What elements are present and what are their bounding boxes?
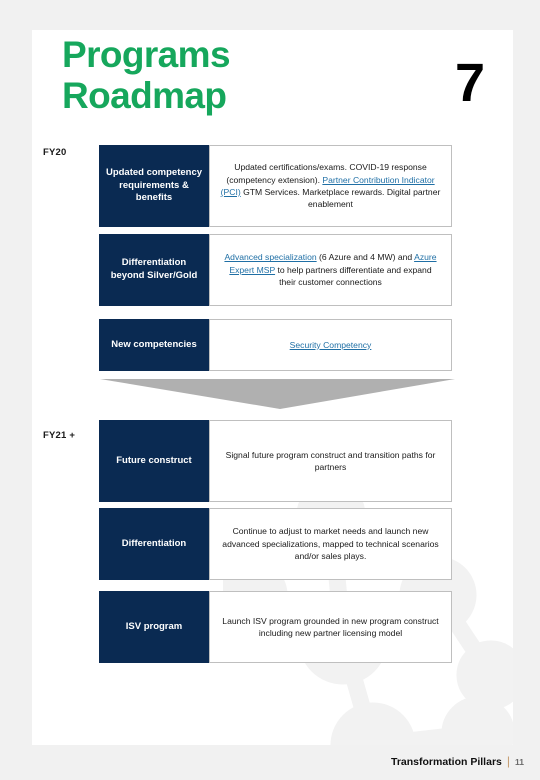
phase-label-fy21: FY21 +: [43, 430, 76, 441]
slide-number: 7: [454, 53, 485, 113]
inline-link[interactable]: Advanced specialization: [224, 252, 316, 262]
inline-text: (6 Azure and 4 MW) and: [316, 252, 415, 263]
inline-text: Signal future program construct and tran…: [225, 449, 436, 472]
footer: Transformation Pillars | 11: [391, 754, 524, 768]
phase-transition-arrow-icon: [100, 379, 455, 409]
inline-text: Continue to adjust to market needs and l…: [222, 526, 439, 562]
phase-label-fy20: FY20: [43, 147, 67, 158]
roadmap-row-description: Advanced specialization (6 Azure and 4 M…: [209, 234, 452, 306]
page-title: Programs Roadmap: [62, 34, 231, 117]
roadmap-row: New competencies Security Competency: [99, 319, 452, 371]
footer-separator: |: [506, 754, 510, 768]
slide-canvas-wrapper: Programs Roadmap 7 FY20 FY21 + Updated c…: [0, 0, 540, 780]
inline-text: to help partners differentiate and expan…: [275, 264, 432, 288]
roadmap-row-tag: Differentiation beyond Silver/Gold: [99, 234, 209, 306]
roadmap-row: Future construct Signal future program c…: [99, 420, 452, 502]
inline-text: Launch ISV program grounded in new progr…: [222, 615, 439, 638]
roadmap-row: Differentiation beyond Silver/Gold Advan…: [99, 234, 452, 306]
inline-text: GTM Services. Marketplace rewards. Digit…: [240, 187, 441, 210]
footer-page-number: 11: [515, 757, 524, 767]
roadmap-row-tag: Differentiation: [99, 508, 209, 580]
roadmap-row-tag: Updated competency requirements & benefi…: [99, 145, 209, 227]
roadmap-row-description: Updated certifications/exams. COVID-19 r…: [209, 145, 452, 227]
roadmap-row-tag: Future construct: [99, 420, 209, 502]
roadmap-row-tag: New competencies: [99, 319, 209, 371]
roadmap-row-description: Launch ISV program grounded in new progr…: [209, 591, 452, 663]
footer-label: Transformation Pillars: [391, 756, 502, 768]
slide-page: Programs Roadmap 7 FY20 FY21 + Updated c…: [32, 30, 513, 745]
roadmap-row: Differentiation Continue to adjust to ma…: [99, 508, 452, 580]
roadmap-row-description: Security Competency: [209, 319, 452, 371]
roadmap-row: Updated competency requirements & benefi…: [99, 145, 452, 227]
roadmap-row: ISV program Launch ISV program grounded …: [99, 591, 452, 663]
inline-link[interactable]: Security Competency: [290, 340, 372, 350]
roadmap-row-description: Signal future program construct and tran…: [209, 420, 452, 502]
roadmap-row-tag: ISV program: [99, 591, 209, 663]
roadmap-row-description: Continue to adjust to market needs and l…: [209, 508, 452, 580]
